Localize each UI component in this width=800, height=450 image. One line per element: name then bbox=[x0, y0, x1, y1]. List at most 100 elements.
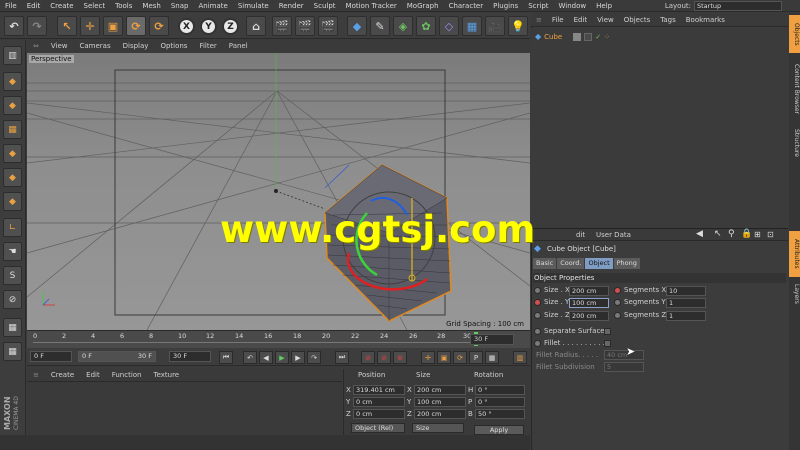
coord-size-z-field[interactable]: 200 cm bbox=[414, 409, 466, 419]
key-parameter-icon[interactable]: P bbox=[469, 351, 483, 364]
workplane-icon[interactable]: ▦ bbox=[3, 120, 22, 139]
polygons-mode-icon[interactable]: ◆ bbox=[3, 192, 22, 211]
object-menu-edit[interactable]: Edit bbox=[569, 16, 593, 24]
phong-tag-icon[interactable]: ⁘ bbox=[604, 33, 610, 41]
enabled-check-icon[interactable]: ✓ bbox=[595, 33, 601, 41]
start-frame-field[interactable]: 0 F bbox=[30, 351, 72, 362]
deformer-icon[interactable]: ◇ bbox=[439, 16, 459, 36]
record-keys-icon[interactable]: ⊘ bbox=[361, 351, 375, 364]
key-pla-icon[interactable]: ▦ bbox=[485, 351, 499, 364]
menu-render[interactable]: Render bbox=[274, 2, 309, 10]
separate-surfaces-checkbox[interactable] bbox=[604, 328, 611, 335]
coord-rot-b-field[interactable]: 50 ° bbox=[475, 409, 525, 419]
menu-tools[interactable]: Tools bbox=[110, 2, 137, 10]
move-icon[interactable]: ✛ bbox=[80, 16, 100, 36]
camera-icon[interactable]: 🎥 bbox=[485, 16, 505, 36]
lock-workplane-icon[interactable]: ⊘ bbox=[3, 290, 22, 309]
material-manager-area[interactable] bbox=[27, 381, 342, 435]
side-tab-structure[interactable]: Structure bbox=[789, 123, 800, 163]
menu-mograph[interactable]: MoGraph bbox=[402, 2, 444, 10]
side-tab-attributes[interactable]: Attributes bbox=[789, 231, 800, 277]
animate-radio-icon[interactable] bbox=[614, 311, 621, 319]
rotate-icon[interactable]: ⟳ bbox=[126, 16, 146, 36]
material-menu-texture[interactable]: Texture bbox=[147, 371, 185, 379]
animate-radio-icon[interactable] bbox=[534, 327, 541, 335]
size-x-field[interactable]: 200 cm bbox=[569, 286, 609, 296]
snap-icon[interactable]: S bbox=[3, 266, 22, 285]
menu-edit[interactable]: Edit bbox=[22, 2, 46, 10]
make-editable-icon[interactable]: ▥ bbox=[3, 46, 22, 65]
material-menu-function[interactable]: Function bbox=[106, 371, 148, 379]
side-tab-layers[interactable]: Layers bbox=[789, 281, 800, 307]
material-menu-edit[interactable]: Edit bbox=[80, 371, 106, 379]
timeline-window-icon[interactable]: ▥ bbox=[513, 351, 527, 364]
cube-primitive-icon[interactable]: ◆ bbox=[347, 16, 367, 36]
animate-radio-icon[interactable] bbox=[534, 311, 541, 319]
attr-menu-edit[interactable]: dit bbox=[576, 231, 585, 239]
object-menu-bookmarks[interactable]: Bookmarks bbox=[681, 16, 730, 24]
tweak-mode-icon[interactable]: ☚ bbox=[3, 242, 22, 261]
maximize-icon[interactable]: ⊡ bbox=[767, 230, 774, 239]
render-settings-icon[interactable]: 🎬 bbox=[318, 16, 338, 36]
coord-size-x-field[interactable]: 200 cm bbox=[414, 385, 466, 395]
floor-icon[interactable]: ▦ bbox=[462, 16, 482, 36]
coord-mode-dropdown[interactable]: Object (Rel) bbox=[351, 423, 405, 433]
animate-radio-icon[interactable] bbox=[614, 298, 621, 306]
new-manager-icon[interactable]: ⊞ bbox=[754, 230, 761, 239]
menu-simulate[interactable]: Simulate bbox=[233, 2, 274, 10]
object-name[interactable]: Cube bbox=[544, 33, 562, 41]
previous-key-icon[interactable]: ↶ bbox=[243, 351, 257, 364]
segments-x-field[interactable]: 10 bbox=[666, 286, 706, 296]
axis-x-toggle[interactable]: X bbox=[178, 18, 195, 35]
coord-pos-y-field[interactable]: 0 cm bbox=[353, 397, 405, 407]
play-icon[interactable]: ▶ bbox=[275, 351, 289, 364]
go-to-start-icon[interactable]: ⏮ bbox=[219, 351, 233, 364]
render-picture-viewer-icon[interactable]: 🎬 bbox=[295, 16, 315, 36]
viewport-menu-filter[interactable]: Filter bbox=[193, 42, 222, 50]
key-position-icon[interactable]: ✛ bbox=[421, 351, 435, 364]
coord-size-mode-dropdown[interactable]: Size bbox=[412, 423, 464, 433]
animate-radio-icon[interactable] bbox=[534, 339, 541, 347]
viewport-menu-display[interactable]: Display bbox=[117, 42, 155, 50]
menu-plugins[interactable]: Plugins bbox=[488, 2, 523, 10]
object-menu-tags[interactable]: Tags bbox=[655, 16, 681, 24]
coordinate-system-icon[interactable]: ⌂ bbox=[246, 16, 266, 36]
array-icon[interactable]: ✿ bbox=[416, 16, 436, 36]
coord-rot-p-field[interactable]: 0 ° bbox=[475, 397, 525, 407]
fillet-radius-field[interactable]: 40 cm bbox=[604, 350, 644, 360]
coord-pos-x-field[interactable]: 319.401 cm bbox=[353, 385, 405, 395]
viewport-menu-options[interactable]: Options bbox=[154, 42, 193, 50]
back-arrow-icon[interactable]: ◀ bbox=[696, 229, 703, 239]
attr-menu-user-data[interactable]: User Data bbox=[596, 231, 631, 239]
search-icon[interactable]: ⚲ bbox=[728, 229, 735, 239]
pointer-icon[interactable]: ↖ bbox=[714, 229, 722, 239]
menu-animate[interactable]: Animate bbox=[193, 2, 232, 10]
object-menu-file[interactable]: File bbox=[547, 16, 569, 24]
viewport-menu-panel[interactable]: Panel bbox=[223, 42, 254, 50]
segments-y-field[interactable]: 1 bbox=[666, 298, 706, 308]
live-select-icon[interactable]: ↖ bbox=[57, 16, 77, 36]
next-key-icon[interactable]: ↷ bbox=[307, 351, 321, 364]
menu-script[interactable]: Script bbox=[523, 2, 553, 10]
axis-z-toggle[interactable]: Z bbox=[222, 18, 239, 35]
fillet-subdivision-field[interactable]: 5 bbox=[604, 362, 644, 372]
scale-icon[interactable]: ▣ bbox=[103, 16, 123, 36]
spline-pen-icon[interactable]: ✎ bbox=[370, 16, 390, 36]
planar-workplane-icon[interactable]: ▦ bbox=[3, 342, 22, 361]
coord-rot-h-field[interactable]: 0 ° bbox=[475, 385, 525, 395]
autokey-icon[interactable]: ⊘ bbox=[377, 351, 391, 364]
timeline-ruler[interactable]: 0 2 4 6 8 10 12 14 16 18 20 22 24 26 28 … bbox=[27, 330, 530, 348]
side-tab-objects[interactable]: Objects bbox=[789, 15, 800, 53]
menu-motion-tracker[interactable]: Motion Tracker bbox=[341, 2, 402, 10]
side-tab-content-browser[interactable]: Content Browser bbox=[789, 57, 800, 121]
object-row-cube[interactable]: ◆ Cube ✓ ⁘ bbox=[535, 31, 788, 42]
subdivision-surface-icon[interactable]: ◈ bbox=[393, 16, 413, 36]
recent-tool-icon[interactable]: ⟳ bbox=[149, 16, 169, 36]
menu-snap[interactable]: Snap bbox=[166, 2, 194, 10]
object-list[interactable]: ◆ Cube ✓ ⁘ bbox=[531, 28, 788, 228]
previous-frame-icon[interactable]: ◀ bbox=[259, 351, 273, 364]
material-menu-create[interactable]: Create bbox=[45, 371, 80, 379]
solo-icon[interactable]: ▦ bbox=[3, 318, 22, 337]
object-menu-view[interactable]: View bbox=[592, 16, 619, 24]
go-to-end-icon[interactable]: ⏭ bbox=[335, 351, 349, 364]
